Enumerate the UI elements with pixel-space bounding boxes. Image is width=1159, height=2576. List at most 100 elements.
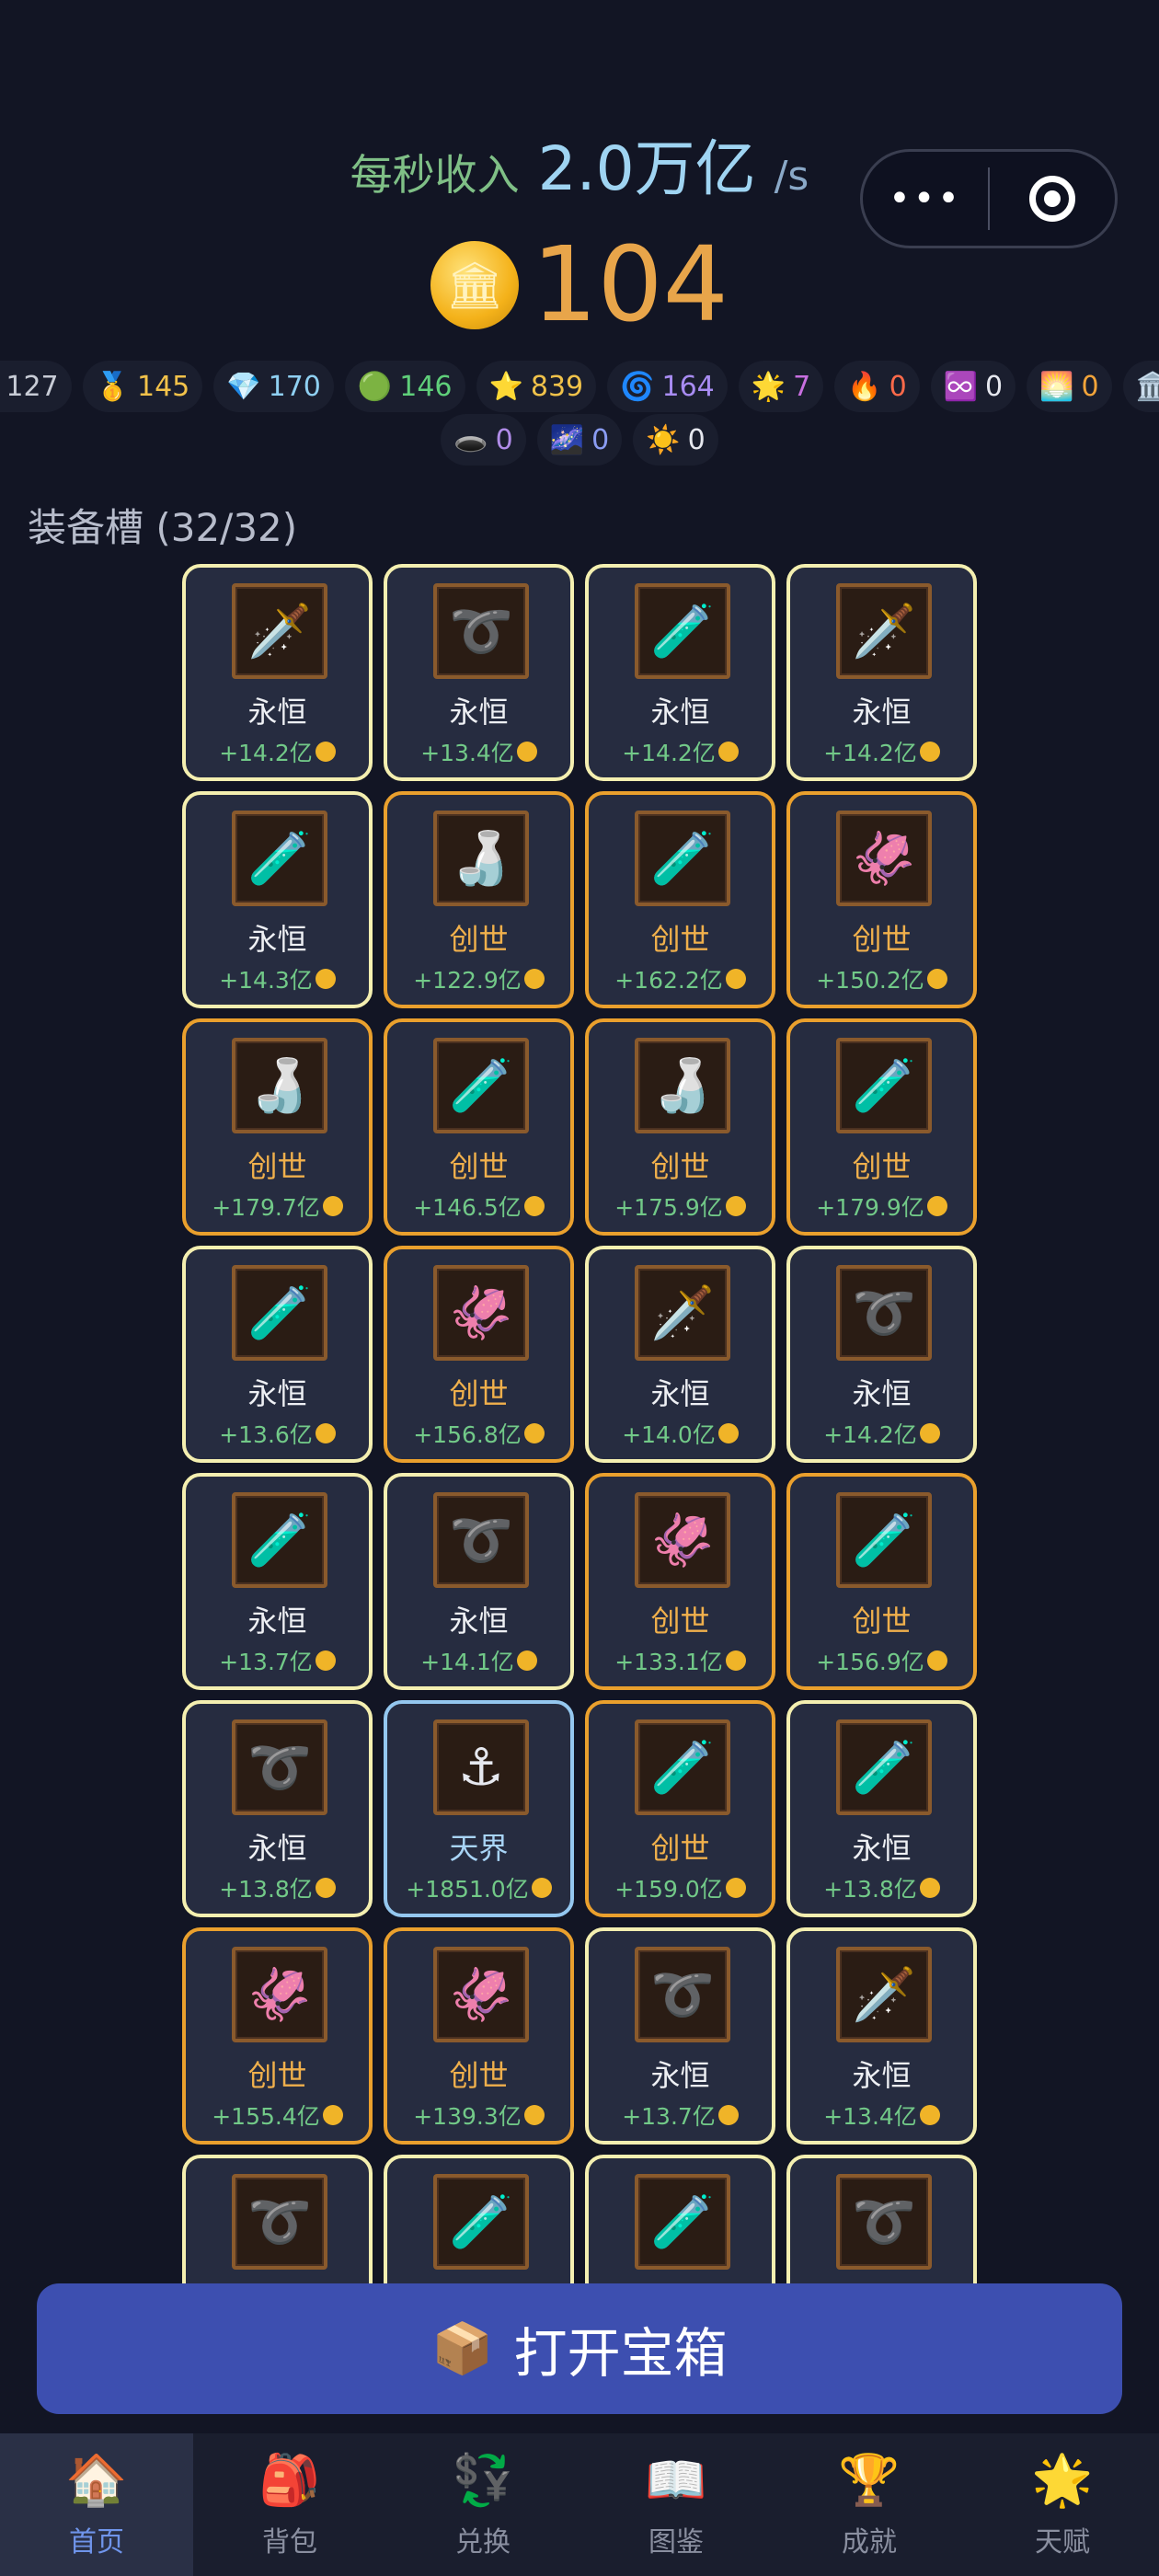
- equipment-income-value: +162.2亿: [614, 967, 723, 994]
- equipment-slot[interactable]: 🦑 创世 +139.3亿: [384, 1927, 574, 2145]
- chest-icon: 📦: [431, 2319, 494, 2377]
- close-miniprogram-button[interactable]: [990, 176, 1115, 222]
- tab-label: 背包: [262, 2525, 317, 2559]
- coin-icon: [926, 1196, 947, 1216]
- tab-label: 兑换: [455, 2525, 511, 2559]
- sparkle-icon: 🌟: [751, 370, 786, 403]
- equipment-income: +146.5亿: [387, 1190, 570, 1223]
- income-label: 每秒收入: [350, 150, 520, 200]
- equipment-slot[interactable]: 🦑 创世 +150.2亿: [786, 791, 977, 1008]
- equipment-slot[interactable]: ➰ 永恒 +13.4亿: [384, 564, 574, 781]
- equipment-slots-title: 装备槽 (32/32): [28, 505, 298, 550]
- fire-icon: 🔥: [847, 370, 882, 403]
- open-chest-button[interactable]: 📦 打开宝箱: [37, 2283, 1122, 2414]
- equipment-slot[interactable]: 🗡️ 永恒 +14.0亿: [585, 1246, 775, 1463]
- equipment-slot[interactable]: 🧪 永恒 +13.7亿: [182, 1473, 373, 1690]
- equipment-slot[interactable]: 🍶 创世 +122.9亿: [384, 791, 574, 1008]
- resource-chip: 🕳️ 0: [441, 414, 526, 466]
- equipment-slot[interactable]: 🗡️ 永恒 +14.2亿: [182, 564, 373, 781]
- equipment-income-value: +156.9亿: [816, 1649, 924, 1675]
- resource-chip: 🌅 0: [1027, 361, 1112, 412]
- resource-count: 839: [530, 370, 584, 403]
- resource-chip: 🌀 164: [607, 361, 728, 412]
- equipment-tier-name: 创世: [650, 922, 710, 957]
- coin-icon: [523, 2105, 545, 2125]
- coin-icon: [717, 1423, 739, 1443]
- equipment-item-icon: 🧪: [232, 1492, 327, 1588]
- equipment-tier-name: 创世: [449, 2058, 509, 2093]
- equipment-income: +13.4亿: [387, 735, 570, 768]
- resource-count: 0: [985, 370, 1004, 403]
- equipment-slot[interactable]: 🦑 创世 +156.8亿: [384, 1246, 574, 1463]
- equipment-item-icon: 🍶: [635, 1038, 730, 1133]
- equipment-income: +179.7亿: [186, 1190, 369, 1223]
- equipment-income-value: +175.9亿: [614, 1194, 723, 1221]
- equipment-item-icon: 🧪: [232, 1265, 327, 1361]
- tab-home[interactable]: 🏠 首页: [0, 2433, 193, 2576]
- equipment-item-icon: ➰: [232, 1719, 327, 1815]
- green-orb-icon: 🟢: [357, 370, 393, 403]
- equipment-item-icon: 🧪: [635, 583, 730, 679]
- equipment-slot[interactable]: ➰ 永恒 +13.8亿: [182, 1700, 373, 1917]
- coin-icon: [926, 969, 947, 989]
- equipment-slot[interactable]: 🍶 创世 +179.7亿: [182, 1018, 373, 1236]
- coin-icon: [919, 2105, 940, 2125]
- resource-count: 0: [591, 423, 610, 456]
- equipment-income: +14.2亿: [790, 1417, 973, 1450]
- equipment-slot[interactable]: 🦑 创世 +155.4亿: [182, 1927, 373, 2145]
- coin-icon: [717, 2105, 739, 2125]
- equipment-tier-name: 永恒: [449, 695, 509, 730]
- coin-icon: [315, 969, 336, 989]
- equipment-tier-name: 永恒: [852, 695, 912, 730]
- more-menu-button[interactable]: •••: [863, 178, 988, 220]
- tab-codex[interactable]: 📖 图鉴: [580, 2433, 773, 2576]
- equipment-tier-name: 创世: [650, 1149, 710, 1184]
- equipment-item-icon: 🧪: [836, 1038, 932, 1133]
- equipment-slot[interactable]: 🧪 永恒 +13.6亿: [182, 1246, 373, 1463]
- coin-icon: [725, 1650, 746, 1671]
- diamond-icon: 💎: [226, 370, 261, 403]
- equipment-slot[interactable]: 🗡️ 永恒 +14.2亿: [786, 564, 977, 781]
- coin-icon: [531, 1878, 552, 1898]
- equipment-income-value: +13.4亿: [823, 2103, 917, 2130]
- equipment-slot[interactable]: 🧪 创世 +159.0亿: [585, 1700, 775, 1917]
- equipment-slot[interactable]: 🧪 创世 +156.9亿: [786, 1473, 977, 1690]
- equipment-slot[interactable]: 🧪 创世 +179.9亿: [786, 1018, 977, 1236]
- resource-chip: 🌟 7: [738, 361, 824, 412]
- coin-icon: 🏛: [430, 241, 520, 329]
- equipment-slot[interactable]: 🗡️ 永恒 +13.4亿: [786, 1927, 977, 2145]
- coin-icon: [919, 1878, 940, 1898]
- equipment-slot[interactable]: 🧪 永恒 +14.3亿: [182, 791, 373, 1008]
- equipment-slot[interactable]: ➰ 永恒 +14.1亿: [384, 1473, 574, 1690]
- equipment-slot[interactable]: 🧪 创世 +146.5亿: [384, 1018, 574, 1236]
- equipment-slot[interactable]: ⚓ 天界 +1851.0亿: [384, 1700, 574, 1917]
- equipment-slot[interactable]: ➰ 永恒 +13.7亿: [585, 1927, 775, 2145]
- tab-exchange[interactable]: 💱 兑换: [386, 2433, 580, 2576]
- tab-talents[interactable]: 🌟 天赋: [966, 2433, 1159, 2576]
- tab-backpack[interactable]: 🎒 背包: [193, 2433, 386, 2576]
- equipment-slot[interactable]: 🧪 永恒 +13.8亿: [786, 1700, 977, 1917]
- equipment-income: +175.9亿: [589, 1190, 772, 1223]
- equipment-income-value: +14.0亿: [622, 1421, 716, 1448]
- equipment-income-value: +13.6亿: [219, 1421, 313, 1448]
- equipment-income: +162.2亿: [589, 962, 772, 995]
- resource-count: 7: [793, 370, 811, 403]
- equipment-tier-name: 永恒: [852, 1376, 912, 1411]
- resource-count: 127: [6, 370, 59, 403]
- equipment-item-icon: ➰: [433, 1492, 529, 1588]
- equipment-income-value: +14.3亿: [219, 967, 313, 994]
- equipment-slot[interactable]: 🍶 创世 +175.9亿: [585, 1018, 775, 1236]
- equipment-income: +14.2亿: [790, 735, 973, 768]
- equipment-tier-name: 创世: [852, 1149, 912, 1184]
- equipment-item-icon: 🧪: [232, 811, 327, 906]
- coin-icon: [523, 1196, 545, 1216]
- coin-balance: 🏛 104: [0, 225, 1159, 345]
- equipment-income-value: +14.2亿: [823, 740, 917, 766]
- equipment-income-value: +14.2亿: [622, 740, 716, 766]
- equipment-slot[interactable]: ➰ 永恒 +14.2亿: [786, 1246, 977, 1463]
- equipment-slot[interactable]: 🦑 创世 +133.1亿: [585, 1473, 775, 1690]
- equipment-tier-name: 永恒: [247, 1604, 307, 1639]
- tab-achievements[interactable]: 🏆 成就: [773, 2433, 966, 2576]
- equipment-slot[interactable]: 🧪 创世 +162.2亿: [585, 791, 775, 1008]
- equipment-slot[interactable]: 🧪 永恒 +14.2亿: [585, 564, 775, 781]
